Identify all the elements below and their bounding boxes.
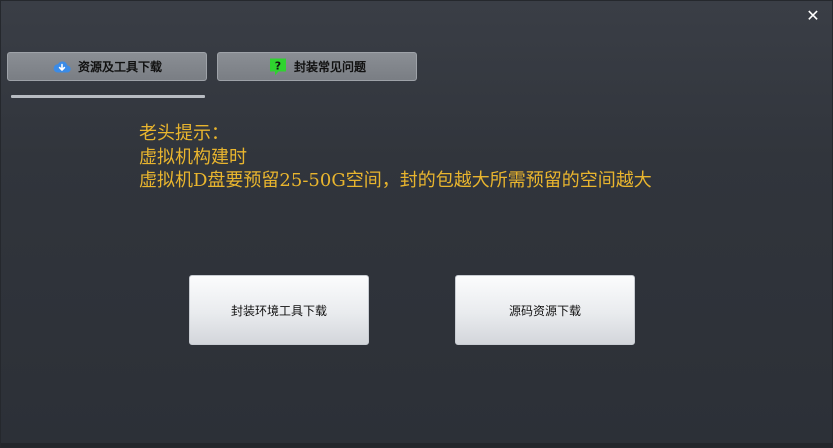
cloud-icon: [53, 60, 71, 73]
tab-label: 资源及工具下载: [77, 60, 162, 74]
notice-title: 老头提示：: [139, 123, 229, 144]
source-download-button[interactable]: 源码资源下载: [455, 275, 635, 345]
app-window: ✕ 资源及工具下载 ? 封装常见问题 老头提示： 虚拟机构建时 虚拟机D盘要预留…: [0, 0, 833, 448]
tab-label: 封装常见问题: [293, 60, 366, 74]
notice-text: 老头提示： 虚拟机构建时 虚拟机D盘要预留25-50G空间，封的包越大所需预留的…: [139, 122, 652, 193]
svg-text:?: ?: [275, 59, 281, 72]
active-tab-indicator: [11, 95, 205, 98]
notice-line-1: 虚拟机构建时: [139, 146, 247, 168]
question-icon: ?: [269, 58, 286, 75]
close-icon: ✕: [806, 6, 820, 25]
tab-faq[interactable]: ? 封装常见问题: [217, 52, 417, 81]
tab-resources-download[interactable]: 资源及工具下载: [7, 52, 207, 81]
close-button[interactable]: ✕: [804, 7, 822, 25]
notice-line-2: 虚拟机D盘要预留25-50G空间，封的包越大所需预留的空间越大: [139, 170, 652, 191]
env-tools-download-button[interactable]: 封装环境工具下载: [189, 275, 369, 345]
